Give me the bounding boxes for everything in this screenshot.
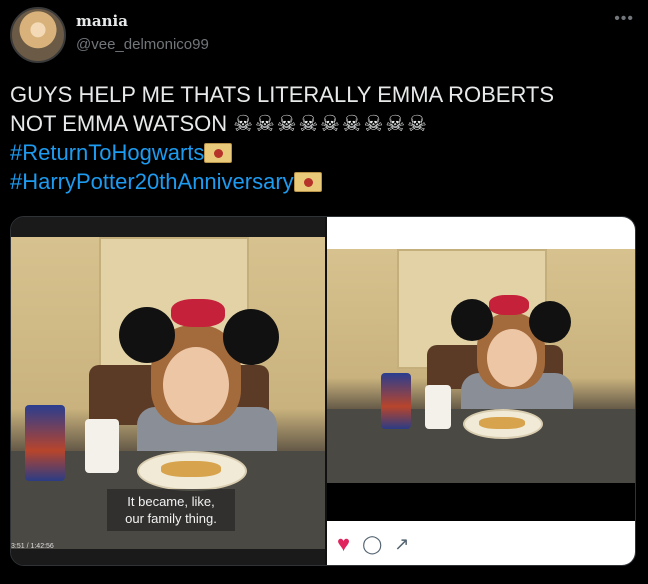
hashtag-line-2: #HarryPotter20thAnniversary [10, 167, 638, 196]
envelope-emoji [204, 143, 233, 163]
cereal-glass [25, 405, 65, 481]
video-still-left[interactable]: It became, like, our family thing. 3:51 … [11, 217, 325, 565]
subtitle-line-1: It became, like, [127, 494, 215, 509]
more-icon[interactable]: ••• [614, 10, 634, 28]
skull-emoji: ☠☠☠☠☠☠☠☠☠ [233, 111, 429, 136]
share-icon[interactable]: ↗ [394, 534, 409, 555]
tweet-line-2-text: NOT EMMA WATSON [10, 111, 228, 136]
cup [425, 385, 451, 429]
comment-icon[interactable]: ◯ [362, 534, 382, 555]
user-handle[interactable]: @vee_delmonico99 [76, 36, 209, 53]
minnie-bow [171, 299, 225, 327]
scene-right [327, 249, 635, 483]
tweet-line-1: GUYS HELP ME THATS LITERALLY EMMA ROBERT… [10, 82, 555, 107]
mouse-ear-left [451, 299, 493, 341]
envelope-emoji [293, 172, 322, 192]
food [161, 461, 221, 477]
hashtag-harry-potter-20th[interactable]: #HarryPotter20thAnniversary [10, 169, 294, 194]
hashtag-return-to-hogwarts[interactable]: #ReturnToHogwarts [10, 140, 204, 165]
mouse-ear-right [223, 309, 279, 365]
heart-icon[interactable]: ♥ [337, 531, 350, 557]
video-timecode: 3:51 / 1:42:56 [11, 543, 54, 550]
video-dark-bar [327, 483, 635, 521]
tweet-line-2: NOT EMMA WATSON ☠☠☠☠☠☠☠☠☠ [10, 109, 638, 138]
minnie-bow [489, 295, 529, 315]
cup [85, 419, 119, 473]
media-container[interactable]: It became, like, our family thing. 3:51 … [10, 216, 636, 566]
video-still-right[interactable] [327, 217, 635, 565]
mouse-ear-right [529, 301, 571, 343]
mouse-ear-left [119, 307, 175, 363]
food [479, 417, 525, 429]
action-bar: ♥ ◯ ↗ [337, 531, 409, 557]
video-subtitle: It became, like, our family thing. [107, 489, 235, 531]
hashtag-line-1: #ReturnToHogwarts [10, 138, 638, 167]
girl-face [487, 329, 537, 387]
avatar[interactable] [10, 7, 66, 63]
tweet-text: GUYS HELP ME THATS LITERALLY EMMA ROBERT… [10, 80, 638, 196]
display-name[interactable]: mania [76, 12, 128, 30]
girl-face [163, 347, 229, 423]
subtitle-line-2: our family thing. [125, 511, 217, 526]
cereal-glass [381, 373, 411, 429]
